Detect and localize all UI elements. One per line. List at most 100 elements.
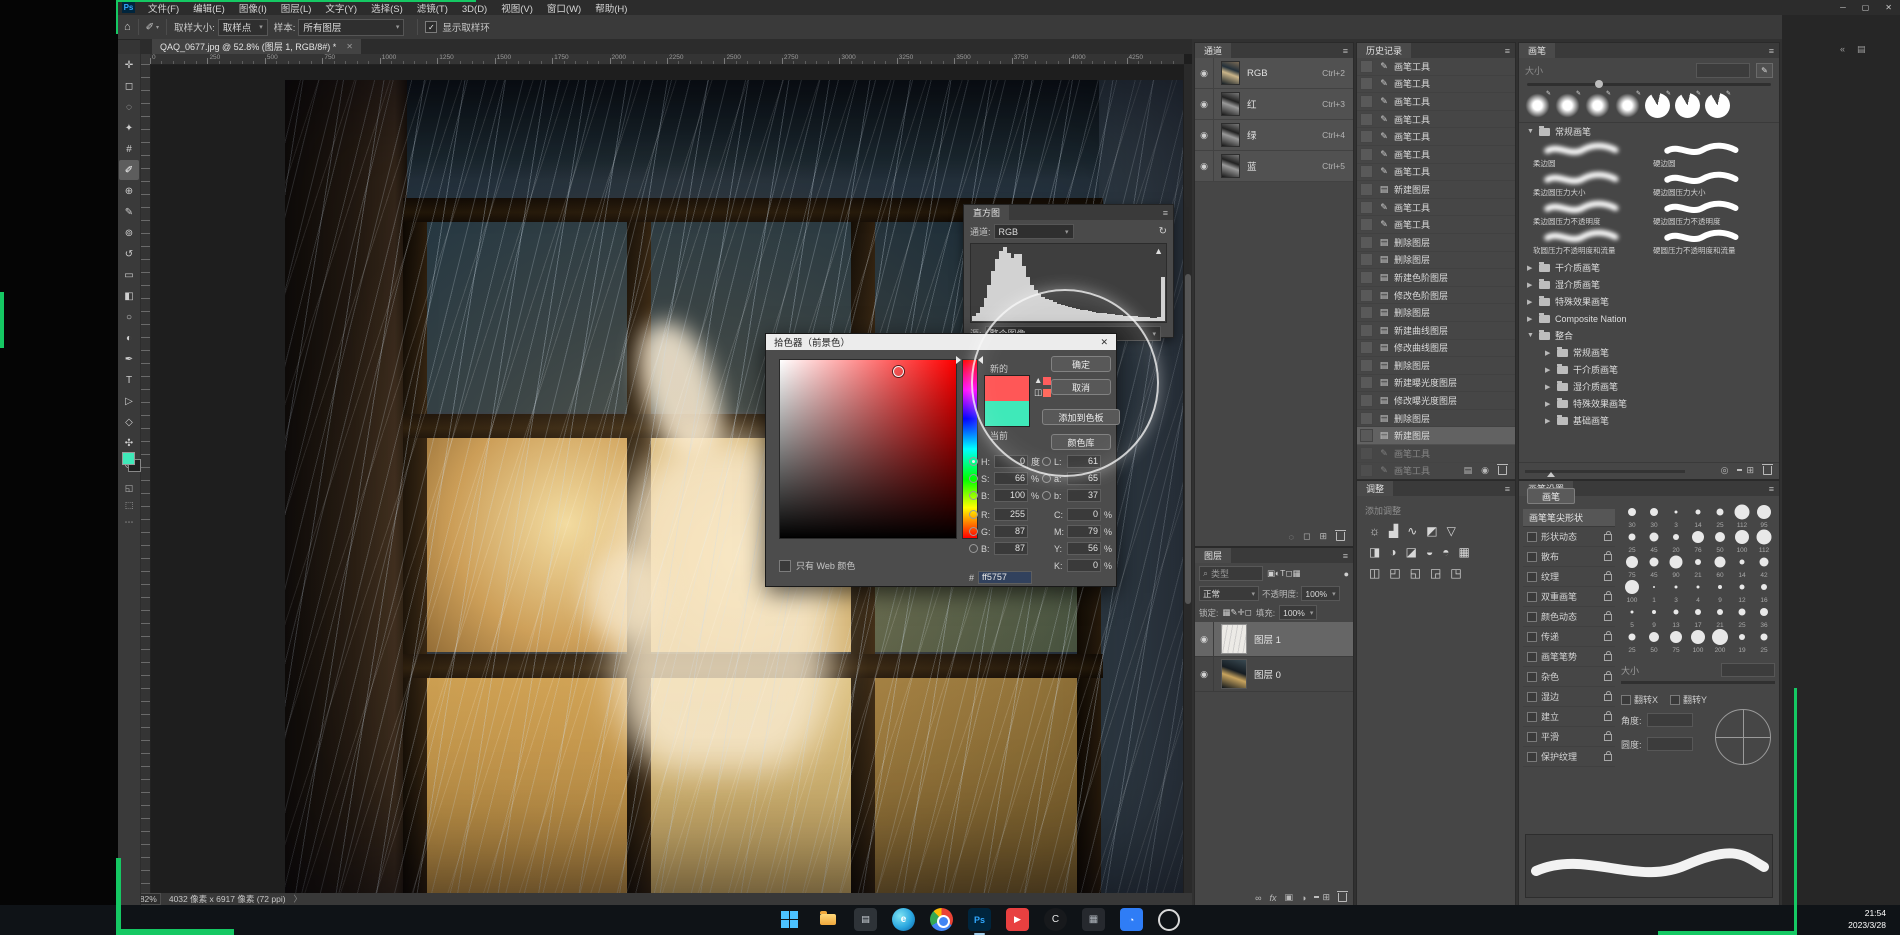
canvas-scrollbar[interactable] [1184, 64, 1192, 893]
radio-button[interactable] [969, 510, 978, 519]
delete-channel-icon[interactable] [1336, 532, 1345, 541]
history-step[interactable]: ✎ 画笔工具 [1357, 216, 1515, 234]
9[interactable]: 9 [1709, 580, 1731, 605]
angle-field[interactable] [1647, 713, 1693, 727]
history-step[interactable]: ▤ 新建色阶图层 [1357, 269, 1515, 287]
lock-icon[interactable]: ◻ [1245, 607, 1252, 617]
brush-subfolder[interactable]: ▶ 特殊效果画笔 [1519, 395, 1779, 412]
value-field[interactable]: 56 [1067, 542, 1101, 555]
history-step[interactable]: ▤ 新建图层 [1357, 181, 1515, 199]
layer-thumbnail[interactable] [1221, 659, 1247, 689]
app-red-icon[interactable]: ▶ [1006, 908, 1029, 931]
eye-icon[interactable]: ◉ [1195, 622, 1214, 656]
flip-x-checkbox[interactable] [1621, 695, 1631, 705]
adjustment-icon[interactable]: ☼ [1369, 524, 1380, 538]
recent-brush[interactable] [1675, 93, 1700, 118]
color-field-cursor[interactable] [893, 366, 904, 377]
menu-item[interactable]: 图层(L) [274, 4, 319, 15]
close-button[interactable]: ✕ [1885, 3, 1892, 12]
value-field[interactable]: 100 [994, 489, 1028, 502]
brush-size-field[interactable] [1696, 63, 1750, 78]
brush-preset[interactable]: 硬边圆压力大小 [1649, 170, 1769, 199]
history-state-box[interactable] [1360, 464, 1373, 477]
app-gray-icon[interactable]: ▦ [1082, 908, 1105, 931]
history-step[interactable]: ▤ 新建曲线图层 [1357, 322, 1515, 340]
panel-menu-icon[interactable]: ≡ [1505, 484, 1510, 494]
adjustment-icon[interactable]: ◓ [1442, 545, 1449, 559]
panel-menu-icon[interactable]: ≡ [1343, 46, 1348, 56]
adjustment-icon[interactable]: ◪ [1406, 545, 1417, 559]
25[interactable]: 25 [1621, 530, 1643, 555]
menu-item[interactable]: 视图(V) [494, 4, 540, 15]
eyedropper-tool-icon[interactable]: ✐ [146, 22, 154, 33]
status-chevron-icon[interactable]: 〉 [294, 893, 303, 905]
brush-folder[interactable]: ▼ 常规画笔 [1519, 123, 1779, 140]
5[interactable]: 5 [1621, 605, 1643, 630]
radio-button[interactable] [969, 457, 978, 466]
taskbar-clock[interactable]: 21:54 2023/3/28 [1848, 907, 1886, 931]
brush-option-row[interactable]: 散布 [1523, 547, 1615, 567]
brush-subfolder[interactable]: ▶ 常规画笔 [1519, 344, 1779, 361]
app-ring-icon[interactable] [1158, 909, 1180, 931]
menu-item[interactable]: 编辑(E) [186, 4, 232, 15]
option-checkbox[interactable] [1527, 672, 1537, 682]
radio-button[interactable] [1042, 491, 1051, 500]
20[interactable]: 20 [1665, 530, 1687, 555]
recent-brush[interactable] [1615, 93, 1640, 118]
eye-icon[interactable]: ◉ [1195, 58, 1214, 88]
eraser-tool[interactable]: ▭ [119, 265, 139, 285]
brush-subfolder[interactable]: ▶ 基础画笔 [1519, 412, 1779, 429]
radio-button[interactable] [969, 474, 978, 483]
cached-warning-icon[interactable]: ▲ [1154, 246, 1163, 256]
brush-tip-shape-item[interactable]: 画笔笔尖形状 [1523, 509, 1615, 527]
history-state-box[interactable] [1360, 218, 1373, 231]
recent-brush[interactable] [1525, 93, 1550, 118]
app-dark-icon[interactable]: ▤ [854, 908, 877, 931]
50[interactable]: 50 [1709, 530, 1731, 555]
history-step[interactable]: ▤ 删除图层 [1357, 252, 1515, 270]
edge-icon[interactable]: e [892, 908, 915, 931]
value-field[interactable]: 87 [994, 525, 1028, 538]
brush-folder[interactable]: ▶ 特殊效果画笔 [1519, 293, 1779, 310]
saturation-brightness-field[interactable] [779, 359, 957, 539]
collapse-dock-icon[interactable]: « [1840, 44, 1845, 55]
value-field[interactable]: 37 [1067, 489, 1101, 502]
menu-item[interactable]: 帮助(H) [588, 4, 634, 15]
adjustment-icon[interactable]: ∿ [1407, 524, 1417, 538]
app-blue-icon[interactable]: ◔ [1120, 908, 1143, 931]
option-checkbox[interactable] [1527, 712, 1537, 722]
history-state-box[interactable] [1360, 165, 1373, 178]
history-state-box[interactable] [1360, 429, 1373, 442]
adjustment-layer-icon[interactable]: ◑ [1301, 893, 1306, 903]
history-state-box[interactable] [1360, 113, 1373, 126]
minimize-button[interactable]: ─ [1840, 3, 1846, 12]
fill-field[interactable]: 100%▾ [1279, 605, 1317, 620]
flip-y-checkbox[interactable] [1670, 695, 1680, 705]
brush-preset[interactable]: 硬圆压力不透明度和流量 [1649, 228, 1769, 257]
preview-size-slider[interactable] [1525, 470, 1685, 473]
100[interactable]: 100 [1621, 580, 1643, 605]
path-select-tool[interactable]: ▷ [119, 391, 139, 411]
14[interactable]: 14 [1731, 555, 1753, 580]
25[interactable]: 25 [1731, 605, 1753, 630]
history-state-box[interactable] [1360, 359, 1373, 372]
menu-item[interactable]: 窗口(W) [540, 4, 588, 15]
option-checkbox[interactable] [1527, 652, 1537, 662]
brush-folder[interactable]: ▼ 整合 [1519, 327, 1779, 344]
menu-item[interactable]: 3D(D) [455, 4, 494, 15]
history-step[interactable]: ✎ 画笔工具 [1357, 164, 1515, 182]
panel-menu-icon[interactable]: ≡ [1163, 208, 1168, 218]
history-step[interactable]: ✎ 画笔工具 [1357, 111, 1515, 129]
app-c-icon[interactable]: C [1044, 908, 1067, 931]
1[interactable]: 1 [1643, 580, 1665, 605]
layer-thumbnail[interactable] [1221, 624, 1247, 654]
adjustment-icon[interactable]: ◰ [1389, 566, 1400, 580]
brush-preset[interactable]: 硬边圆 [1649, 141, 1769, 170]
history-step[interactable]: ✎ 画笔工具 [1357, 146, 1515, 164]
filter-toggle-icon[interactable]: ● [1344, 569, 1349, 579]
option-checkbox[interactable] [1527, 732, 1537, 742]
3[interactable]: 3 [1665, 580, 1687, 605]
blur-tool[interactable]: ○ [119, 307, 139, 327]
brush-option-row[interactable]: 杂色 [1523, 667, 1615, 687]
adjustment-icon[interactable]: ◑ [1389, 545, 1396, 559]
